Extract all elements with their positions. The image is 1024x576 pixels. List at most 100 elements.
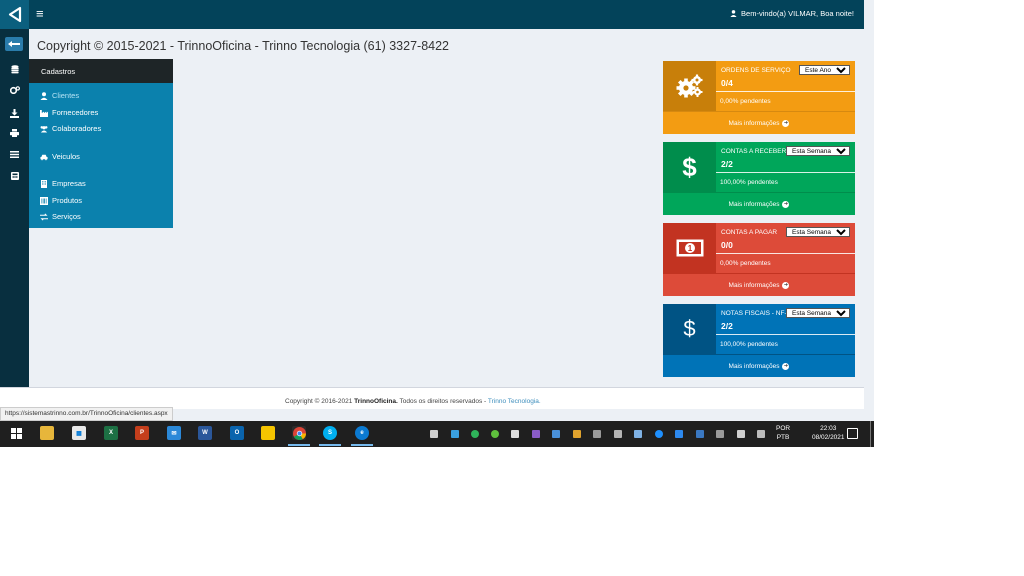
page-title: Copyright © 2015-2021 - TrinnoOficina - … [37, 39, 449, 53]
battery-icon[interactable] [737, 430, 745, 438]
skype-icon[interactable]: S [319, 426, 341, 446]
outlook-icon[interactable]: O [230, 426, 244, 440]
mail-icon[interactable]: ✉ [167, 426, 181, 440]
edge-icon[interactable]: e [351, 426, 373, 446]
keyboard-layout: PTB [776, 434, 790, 441]
tray-network-icon[interactable] [634, 430, 642, 438]
print-icon [10, 129, 19, 137]
tray-app-icon[interactable] [430, 430, 438, 438]
store-icon[interactable]: ▦ [72, 426, 86, 440]
box-pending: 0,00% pendentes [720, 98, 771, 105]
browser-screen: ≡ Bem-vindo(a) VILMAR, Boa noite! Copyri… [0, 0, 874, 447]
arrow-circle-right-icon: ➜ [782, 200, 790, 208]
divider [716, 253, 855, 254]
tray-security-icon[interactable] [491, 430, 499, 438]
sidebar-item-download[interactable] [0, 103, 29, 123]
sticky-notes-icon[interactable] [261, 426, 275, 440]
arrow-left-icon [8, 41, 20, 47]
car-icon [40, 154, 48, 160]
menu-item-produtos[interactable]: Produtos [40, 196, 82, 205]
menu-item-fornecedores[interactable]: Fornecedores [40, 108, 98, 117]
users-icon [40, 125, 48, 133]
menu-item-empresas[interactable]: Empresas [40, 179, 86, 188]
bluetooth-icon[interactable] [655, 430, 663, 438]
menu-item-label: Clientes [52, 91, 80, 100]
footer-middle: Todos os direitos reservados - [397, 398, 488, 405]
volume-icon[interactable] [757, 430, 765, 438]
menu-item-label: Fornecedores [52, 108, 99, 117]
windows-taskbar: ▦ X P ✉ W O S e POR PTB 22:03 08/02/2021 [0, 421, 874, 447]
arrow-circle-right-icon: ➜ [782, 119, 790, 127]
period-select[interactable]: Esta Semana [786, 308, 850, 318]
tray-app4-icon[interactable] [696, 430, 704, 438]
language-code: POR [776, 425, 791, 432]
tray-usb-icon[interactable] [593, 430, 601, 438]
period-select[interactable]: Esta Semana [786, 146, 850, 156]
database-icon [10, 64, 19, 73]
box-pending: 100,00% pendentes [720, 341, 778, 348]
tray-cloud-icon[interactable] [451, 430, 459, 438]
period-select[interactable]: Este Ano [799, 65, 850, 75]
logo-icon [8, 6, 21, 23]
excel-icon[interactable]: X [104, 426, 118, 440]
dollar-icon: $ [663, 142, 716, 192]
arrow-circle-right-icon: ➜ [782, 281, 790, 289]
page-footer: Copyright © 2016-2021 TrinnoOficina. Tod… [0, 387, 864, 409]
box-title: ORDENS DE SERVIÇO [721, 67, 791, 74]
footer-text: Copyright © 2016-2021 TrinnoOficina. Tod… [285, 398, 541, 405]
wifi-icon[interactable] [716, 430, 724, 438]
sidebar-item-list[interactable] [0, 144, 29, 164]
sidebar-item-print[interactable] [0, 123, 29, 143]
industry-icon [40, 109, 48, 117]
box-title: CONTAS A PAGAR [721, 229, 778, 236]
tray-status-icon[interactable] [471, 430, 479, 438]
menu-item-label: Veiculos [52, 152, 80, 161]
calculator-icon [10, 172, 19, 180]
show-desktop-button[interactable] [870, 421, 871, 447]
more-info-label: Mais informações [728, 200, 780, 208]
dollar-icon: $ [663, 304, 716, 354]
building-icon [41, 179, 47, 188]
menu-item-clientes[interactable]: Clientes [40, 91, 79, 100]
download-icon [10, 108, 19, 118]
welcome-message[interactable]: Bem-vindo(a) VILMAR, Boa noite! [730, 9, 854, 18]
app-logo[interactable] [0, 0, 29, 29]
tray-gear-icon[interactable] [511, 430, 519, 438]
box-contas-receber: $ CONTAS A RECEBER Esta Semana 2/2 100,0… [663, 142, 855, 215]
notifications-icon[interactable] [847, 428, 858, 439]
cadastros-menu-title: Cadastros [29, 59, 173, 83]
file-explorer-icon[interactable] [40, 426, 54, 440]
box-count: 2/2 [721, 159, 733, 169]
more-info-link[interactable]: Mais informações ➜ [663, 111, 855, 134]
menu-item-colaboradores[interactable]: Colaboradores [40, 124, 101, 133]
sidebar-collapse-button[interactable] [5, 37, 23, 51]
tray-lock-icon[interactable] [573, 430, 581, 438]
menu-item-servicos[interactable]: Serviços [40, 212, 81, 221]
tray-app3-icon[interactable] [552, 430, 560, 438]
language-indicator[interactable]: POR PTB [776, 424, 790, 442]
menu-item-label: Serviços [52, 212, 81, 221]
sidebar-item-cadastros[interactable] [0, 59, 29, 79]
menu-toggle-icon[interactable]: ≡ [36, 7, 44, 21]
sidebar-icons [0, 29, 29, 387]
clock[interactable]: 22:03 08/02/2021 [812, 424, 845, 442]
tray-display-icon[interactable] [614, 430, 622, 438]
sidebar-item-reports[interactable] [0, 166, 29, 186]
menu-item-label: Empresas [52, 179, 86, 188]
period-select[interactable]: Esta Semana [786, 227, 850, 237]
more-info-link[interactable]: Mais informações ➜ [663, 273, 855, 296]
menu-item-veiculos[interactable]: Veiculos [40, 152, 80, 161]
box-pending: 0,00% pendentes [720, 260, 771, 267]
powerpoint-icon[interactable]: P [135, 426, 149, 440]
word-icon[interactable]: W [198, 426, 212, 440]
money-bill-icon: 1 [663, 223, 716, 273]
more-info-link[interactable]: Mais informações ➜ [663, 192, 855, 215]
tray-app2-icon[interactable] [532, 430, 540, 438]
sidebar-item-servicos[interactable] [0, 80, 29, 100]
tray-onedrive-icon[interactable] [675, 430, 683, 438]
start-button[interactable] [9, 426, 23, 440]
more-info-link[interactable]: Mais informações ➜ [663, 354, 855, 377]
chrome-icon[interactable] [288, 426, 310, 446]
user-icon [40, 91, 48, 100]
footer-company-link[interactable]: Trinno Tecnologia. [488, 398, 541, 405]
